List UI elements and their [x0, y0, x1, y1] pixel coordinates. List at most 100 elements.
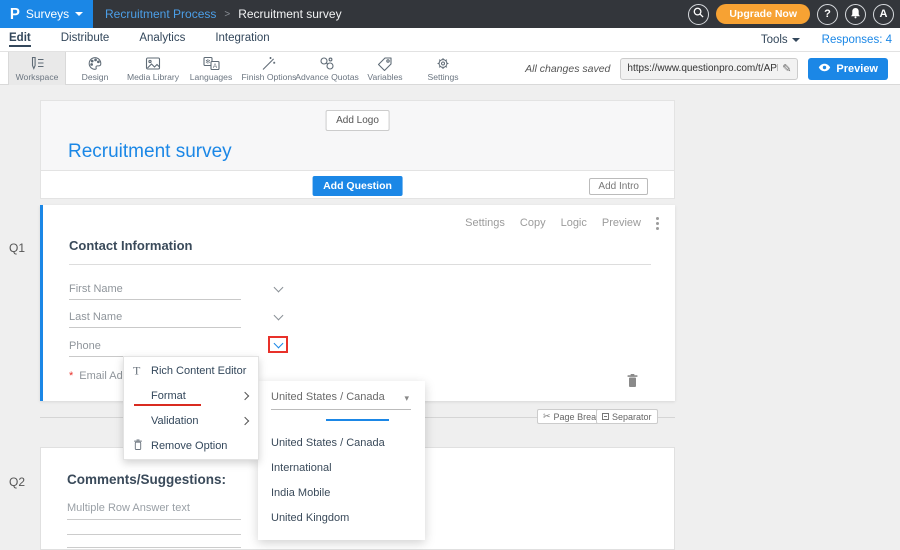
question-1-heading[interactable]: Contact Information [69, 238, 651, 265]
svg-text:A: A [212, 63, 217, 70]
field-underline [69, 299, 241, 300]
toolbar-item-design[interactable]: Design [66, 52, 124, 85]
breadcrumb-parent[interactable]: Recruitment Process [105, 7, 216, 21]
question-logic-link[interactable]: Logic [561, 217, 587, 229]
q1-label: Q1 [9, 241, 25, 255]
surveys-menu[interactable]: P Surveys [0, 0, 93, 28]
format-submenu-panel: United States / Canada ▾ United States /… [258, 381, 425, 540]
question-copy-link[interactable]: Copy [520, 217, 546, 229]
top-bar: P Surveys Recruitment Process > Recruitm… [0, 0, 900, 28]
format-option-international[interactable]: International [271, 462, 332, 474]
chevron-right-icon [241, 391, 249, 399]
toolbar-item-label: Design [82, 72, 109, 82]
delete-question-button[interactable] [626, 373, 639, 393]
tab-integration[interactable]: Integration [215, 32, 269, 47]
breadcrumb-current: Recruitment survey [238, 7, 341, 21]
format-option-india-mobile[interactable]: India Mobile [271, 487, 330, 499]
row-context-menu: T Rich Content Editor Format Validation … [123, 356, 259, 460]
menu-item-remove-option[interactable]: Remove Option [124, 433, 258, 458]
toolbar-right: All changes saved ✎ Preview [525, 52, 888, 85]
add-intro-button[interactable]: Add Intro [589, 178, 648, 195]
nav-tabs: Edit Distribute Analytics Integration [9, 32, 270, 47]
q2-label: Q2 [9, 475, 25, 489]
upgrade-now-button[interactable]: Upgrade Now [716, 4, 810, 24]
toolbar-item-advance-quotas[interactable]: Advance Quotas [298, 52, 356, 85]
format-select[interactable]: United States / Canada ▾ [271, 391, 411, 410]
select-focus-indicator [326, 419, 389, 421]
add-logo-button[interactable]: Add Logo [325, 110, 390, 131]
page-break-label: Page Break [554, 412, 601, 422]
survey-title[interactable]: Recruitment survey [68, 141, 232, 163]
editor-toolbar: Workspace Design Media Library ✻A Langua… [0, 52, 900, 85]
answer-underline [67, 519, 241, 520]
breadcrumb-separator: > [224, 9, 230, 20]
preview-button[interactable]: Preview [808, 58, 888, 80]
format-option-us-canada[interactable]: United States / Canada [271, 437, 385, 449]
toolbar-item-variables[interactable]: Variables [356, 52, 414, 85]
translate-icon: ✻A [203, 56, 220, 71]
survey-editor-screen: P Surveys Recruitment Process > Recruitm… [0, 0, 900, 550]
help-button[interactable]: ? [817, 4, 838, 25]
question-preview-link[interactable]: Preview [602, 217, 641, 229]
survey-url-input[interactable] [627, 63, 778, 74]
avatar-initial: A [880, 8, 888, 20]
question-2-heading[interactable]: Comments/Suggestions: [67, 472, 226, 487]
preview-label: Preview [836, 63, 878, 75]
toolbar-item-label: Settings [427, 72, 458, 82]
toolbar-item-languages[interactable]: ✻A Languages [182, 52, 240, 85]
topbar-actions: Upgrade Now ? A [688, 0, 894, 28]
workspace-icon [29, 56, 45, 71]
palette-icon [87, 56, 103, 71]
chevron-down-icon[interactable] [274, 283, 284, 293]
toolbar-item-workspace[interactable]: Workspace [8, 52, 66, 85]
toolbar-item-label: Variables [367, 72, 402, 82]
add-question-button[interactable]: Add Question [312, 176, 403, 196]
field-label: Last Name [69, 311, 241, 323]
chevron-down-icon[interactable] [274, 311, 284, 321]
field-last-name[interactable]: Last Name [69, 311, 241, 328]
annotation-red-underline [134, 404, 201, 406]
separator-icon [602, 413, 609, 420]
tab-analytics[interactable]: Analytics [139, 32, 185, 47]
save-status: All changes saved [525, 63, 610, 75]
toolbar-item-settings[interactable]: Settings [414, 52, 472, 85]
chevron-down-icon[interactable] [273, 338, 283, 348]
tag-icon [377, 56, 393, 71]
menu-item-validation[interactable]: Validation [124, 408, 258, 433]
gear-icon [435, 56, 451, 71]
account-avatar[interactable]: A [873, 4, 894, 25]
separator-button[interactable]: Separator [596, 409, 658, 424]
field-first-name[interactable]: First Name [69, 283, 241, 300]
search-button[interactable] [688, 4, 709, 25]
kebab-menu-icon[interactable] [656, 217, 659, 230]
tab-distribute[interactable]: Distribute [61, 32, 110, 47]
toolbar-item-media-library[interactable]: Media Library [124, 52, 182, 85]
menu-item-rich-content-editor[interactable]: T Rich Content Editor [124, 358, 258, 383]
annotation-red-box [268, 336, 288, 353]
question-actions: Settings Copy Logic Preview [465, 217, 641, 229]
menu-item-label: Format [151, 390, 186, 402]
tab-edit[interactable]: Edit [9, 32, 31, 47]
chain-links-icon [319, 56, 335, 71]
field-label: First Name [69, 283, 241, 295]
eye-icon [818, 63, 831, 75]
toolbar-item-label: Languages [190, 72, 233, 82]
edit-pencil-icon[interactable]: ✎ [782, 62, 791, 75]
question-settings-link[interactable]: Settings [465, 217, 505, 229]
field-underline [69, 327, 241, 328]
multi-row-answer-placeholder[interactable]: Multiple Row Answer text [67, 502, 190, 514]
toolbar-item-finish-options[interactable]: Finish Options [240, 52, 298, 85]
separator-label: Separator [612, 412, 652, 422]
field-phone[interactable]: Phone [69, 340, 241, 357]
text-format-icon: T [133, 363, 140, 378]
survey-url-box: ✎ [620, 58, 798, 80]
question-mark-icon: ? [824, 8, 831, 20]
notifications-button[interactable] [845, 4, 866, 25]
surveys-menu-label: Surveys [26, 7, 69, 21]
toolbar-item-label: Media Library [127, 72, 179, 82]
questionpro-logo: P [10, 6, 20, 22]
responses-link[interactable]: Responses: 4 [822, 34, 892, 46]
format-option-united-kingdom[interactable]: United Kingdom [271, 512, 349, 524]
menu-item-format[interactable]: Format [124, 383, 258, 408]
tools-menu[interactable]: Tools [761, 34, 800, 46]
